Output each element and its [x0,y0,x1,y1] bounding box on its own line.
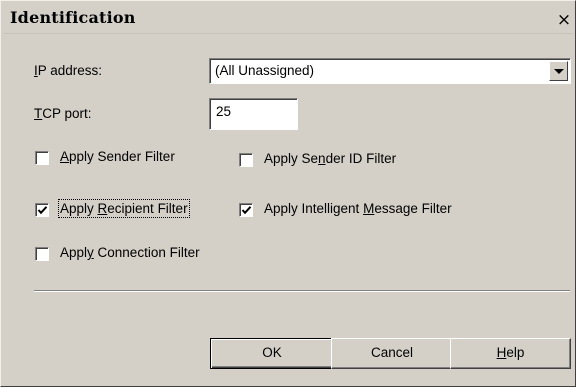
ok-button[interactable]: OK [210,338,334,369]
sender-filter-checkbox[interactable] [35,151,49,165]
cancel-button[interactable]: Cancel [331,338,453,369]
separator-line [34,290,570,292]
help-button[interactable]: Help [450,338,571,369]
close-icon[interactable]: × [554,10,574,30]
recipient-filter-checkbox[interactable] [35,203,49,217]
dialog-title: Identification [10,8,136,27]
recipient-filter-label[interactable]: Apply Recipient Filter [58,199,190,218]
checkmark-icon [241,206,252,215]
identification-dialog: Identification × IP address: (All Unassi… [0,0,576,387]
tcp-port-label: TCP port: [34,106,92,121]
title-bar: Identification × [3,3,573,34]
ip-address-dropdown[interactable]: (All Unassigned) [209,58,571,84]
sender-filter-label[interactable]: Apply Sender Filter [60,149,175,164]
tcp-port-input[interactable]: 25 [209,98,298,130]
sender-id-filter-checkbox[interactable] [239,153,253,167]
sender-id-filter-label[interactable]: Apply Sender ID Filter [264,151,396,166]
dropdown-arrow-icon[interactable] [549,61,568,81]
checkmark-icon [37,206,48,215]
ip-address-value: (All Unassigned) [215,63,315,78]
connection-filter-label[interactable]: Apply Connection Filter [60,245,200,260]
intelligent-message-filter-label[interactable]: Apply Intelligent Message Filter [264,201,452,216]
intelligent-message-filter-checkbox[interactable] [239,203,253,217]
connection-filter-checkbox[interactable] [35,247,49,261]
ip-address-label: IP address: [34,63,103,78]
